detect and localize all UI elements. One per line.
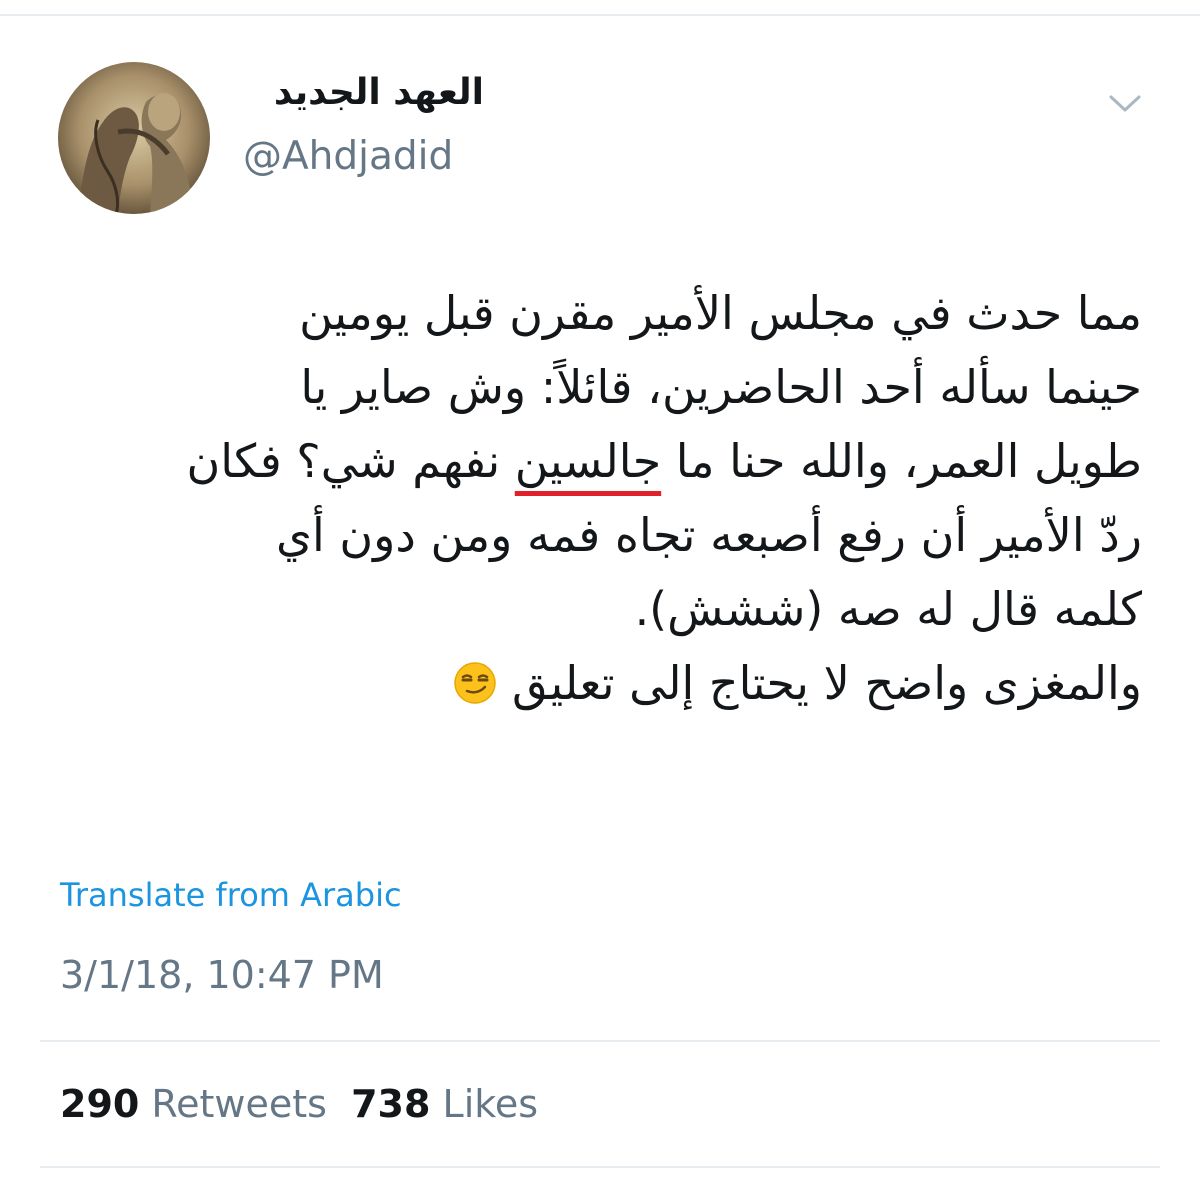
- author-handle[interactable]: @Ahdjadid: [243, 134, 453, 179]
- tweet-line: مما حدث في مجلس الأمير مقرن قبل يومين: [299, 286, 1142, 340]
- underlined-phrase: جالسين: [514, 434, 662, 488]
- author-display-name[interactable]: العهد الجديد: [274, 72, 484, 113]
- retweets-stat[interactable]: 290 Retweets: [60, 1082, 327, 1126]
- tweet-options-button[interactable]: [1102, 84, 1148, 124]
- tweet-text: مما حدث في مجلس الأمير مقرن قبل يومين حي…: [40, 276, 1143, 720]
- tweet-stats: 290 Retweets 738 Likes: [60, 1082, 538, 1126]
- avatar[interactable]: [58, 62, 210, 214]
- retweets-label: Retweets: [151, 1082, 327, 1126]
- tweet-line: والمغزى واضح لا يحتاج إلى تعليق: [40, 646, 1142, 720]
- avatar-image: [58, 62, 210, 214]
- top-divider: [0, 14, 1200, 16]
- smirking-face-emoji-icon: [454, 662, 497, 704]
- tweet-line-part: والمغزى واضح لا يحتاج إلى تعليق: [512, 656, 1142, 710]
- tweet-line: طويل العمر، والله حنا ما جالسين نفهم شي؟…: [186, 434, 1143, 488]
- retweets-count: 290: [60, 1082, 140, 1126]
- tweet-line: حينما سأله أحد الحاضرين، قائلاً: وش صاير…: [300, 360, 1142, 414]
- divider: [40, 1040, 1160, 1042]
- tweet-timestamp[interactable]: 3/1/18, 10:47 PM: [60, 953, 384, 997]
- likes-stat[interactable]: 738 Likes: [351, 1082, 538, 1126]
- likes-count: 738: [351, 1082, 431, 1126]
- tweet-line-part: شي؟ فكان: [186, 434, 398, 488]
- translate-link[interactable]: Translate from Arabic: [60, 876, 402, 914]
- chevron-down-icon: [1109, 95, 1141, 112]
- tweet-line-part: طويل العمر، والله حنا ما: [675, 434, 1142, 488]
- divider: [40, 1166, 1160, 1168]
- tweet-line: كلمه قال له صه (ششش).: [634, 582, 1142, 636]
- tweet-line: ردّ الأمير أن رفع أصبعه تجاه فمه ومن دون…: [275, 508, 1142, 562]
- likes-label: Likes: [442, 1082, 539, 1126]
